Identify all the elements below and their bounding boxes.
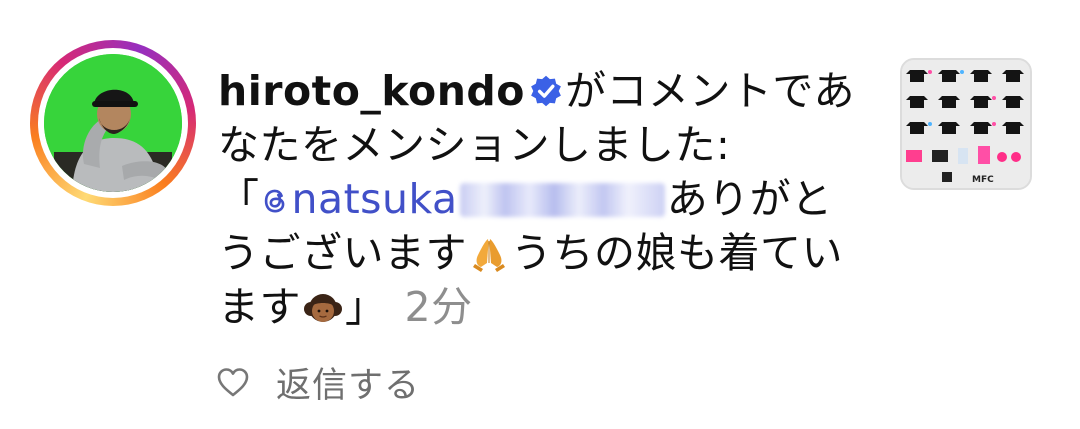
- verified-badge-icon: [531, 75, 561, 107]
- reply-row: 返信する: [216, 360, 420, 406]
- redacted-username-blur: [459, 183, 665, 217]
- story-ring[interactable]: [30, 40, 196, 206]
- post-thumbnail[interactable]: MFC: [900, 58, 1032, 190]
- reply-button[interactable]: 返信する: [276, 357, 420, 408]
- notification-text: hiroto_kondo がコメントであなたをメンションしました: 「 nats…: [218, 64, 858, 334]
- username-link[interactable]: hiroto_kondo: [218, 67, 525, 115]
- praying-hands-emoji: [473, 239, 505, 272]
- mention-link[interactable]: natsuka: [260, 175, 458, 223]
- quote-open: 「: [218, 175, 260, 223]
- timestamp: 2分: [404, 283, 473, 331]
- heart-icon[interactable]: [216, 366, 250, 398]
- girl-emoji: [304, 294, 342, 322]
- avatar-photo: [44, 54, 182, 192]
- quote-close: 」: [345, 283, 387, 331]
- avatar[interactable]: [44, 54, 182, 192]
- post-thumbnail-image: MFC: [902, 60, 1030, 188]
- thumbnail-caption: MFC: [972, 175, 994, 185]
- mention-username: natsuka: [291, 175, 458, 223]
- threads-mention-icon: [264, 189, 284, 213]
